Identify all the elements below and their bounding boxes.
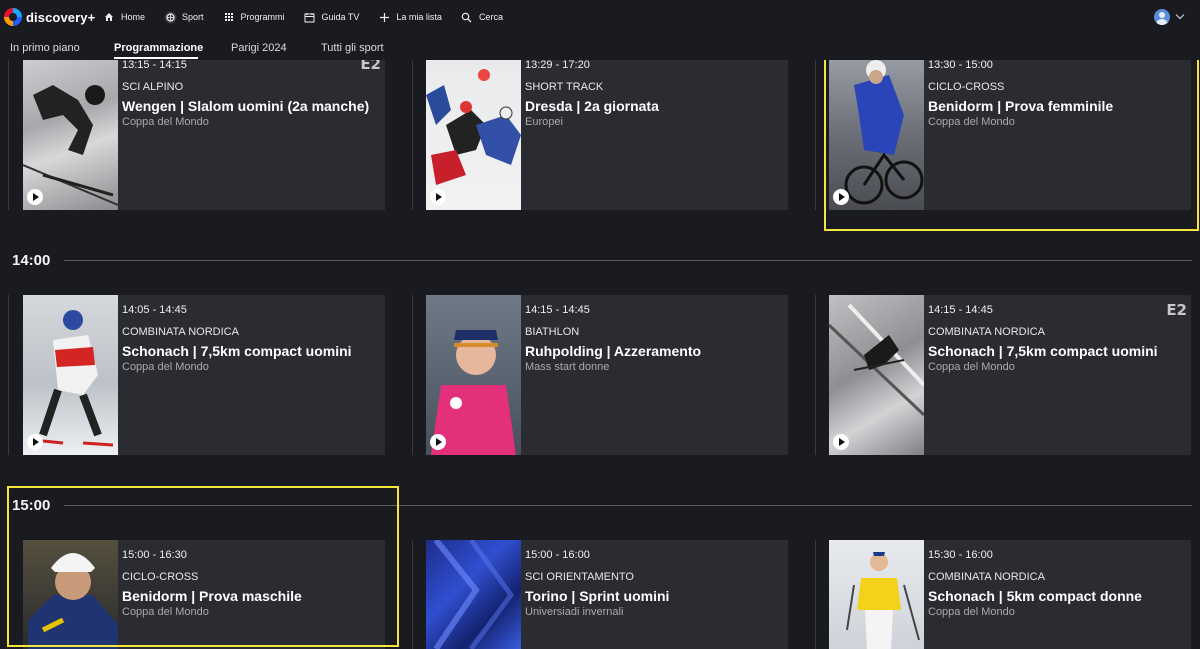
sport-icon bbox=[163, 10, 177, 24]
program-card[interactable]: 15:30 - 16:00 COMBINATA NORDICA Schonach… bbox=[829, 540, 1191, 649]
program-time: 14:15 - 14:45 bbox=[525, 304, 590, 316]
chevron-down-icon[interactable] bbox=[1175, 10, 1185, 20]
program-subtitle: Coppa del Mondo bbox=[122, 116, 209, 128]
column-separator bbox=[8, 295, 9, 455]
program-sport: SCI ALPINO bbox=[122, 81, 184, 93]
column-separator bbox=[412, 60, 413, 210]
program-thumbnail bbox=[23, 295, 118, 455]
nav-guida-tv[interactable]: Guida TV bbox=[303, 10, 360, 24]
program-title: Schonach | 7,5km compact uomini bbox=[928, 343, 1158, 359]
program-title: Schonach | 7,5km compact uomini bbox=[122, 343, 352, 359]
tab-in-primo-piano[interactable]: In primo piano bbox=[10, 42, 80, 54]
column-separator bbox=[815, 540, 816, 649]
program-sport: COMBINATA NORDICA bbox=[928, 571, 1045, 583]
play-icon[interactable] bbox=[27, 189, 43, 205]
main-nav: Home Sport Programmi Guida TV La mia lis… bbox=[102, 0, 521, 34]
program-thumbnail bbox=[426, 55, 521, 210]
nav-la-mia-lista-label: La mia lista bbox=[396, 12, 442, 22]
discovery-logo-icon bbox=[4, 8, 22, 26]
tab-programmazione[interactable]: Programmazione bbox=[114, 42, 203, 54]
program-card[interactable]: 15:00 - 16:00 SCI ORIENTAMENTO Torino | … bbox=[426, 540, 788, 649]
program-card[interactable]: 14:05 - 14:45 COMBINATA NORDICA Schonach… bbox=[23, 295, 385, 455]
user-avatar[interactable] bbox=[1154, 9, 1170, 25]
program-card[interactable]: 14:15 - 14:45 COMBINATA NORDICA Schonach… bbox=[829, 295, 1191, 455]
play-icon[interactable] bbox=[430, 189, 446, 205]
program-title: Torino | Sprint uomini bbox=[525, 588, 670, 604]
program-sport: SHORT TRACK bbox=[525, 81, 604, 93]
program-subtitle: Universiadi invernali bbox=[525, 606, 624, 618]
nav-programmi[interactable]: Programmi bbox=[222, 10, 285, 24]
program-time: 13:29 - 17:20 bbox=[525, 59, 590, 71]
nav-sport-label: Sport bbox=[182, 12, 204, 22]
tab-tutti-gli-sport[interactable]: Tutti gli sport bbox=[321, 42, 384, 54]
nav-cerca[interactable]: Cerca bbox=[460, 10, 503, 24]
plus-icon bbox=[377, 10, 391, 24]
eurosport-2-badge: E2 bbox=[1166, 301, 1187, 319]
search-icon bbox=[460, 10, 474, 24]
program-subtitle: Mass start donne bbox=[525, 361, 610, 373]
column-separator bbox=[412, 295, 413, 455]
program-sport: COMBINATA NORDICA bbox=[122, 326, 239, 338]
program-title: Dresda | 2a giornata bbox=[525, 98, 659, 114]
time-divider bbox=[64, 260, 1192, 261]
program-title: Ruhpolding | Azzeramento bbox=[525, 343, 702, 359]
play-icon[interactable] bbox=[430, 434, 446, 450]
program-sport: SCI ORIENTAMENTO bbox=[525, 571, 634, 583]
nav-sport[interactable]: Sport bbox=[163, 10, 204, 24]
grid-icon bbox=[222, 10, 236, 24]
program-subtitle: Coppa del Mondo bbox=[122, 361, 209, 373]
program-title: Wengen | Slalom uomini (2a manche) bbox=[122, 98, 370, 114]
play-icon[interactable] bbox=[833, 434, 849, 450]
program-card[interactable]: 14:15 - 14:45 BIATHLON Ruhpolding | Azze… bbox=[426, 295, 788, 455]
highlight-box bbox=[7, 486, 399, 647]
highlight-box bbox=[824, 45, 1199, 231]
active-tab-indicator bbox=[114, 57, 198, 59]
nav-cerca-label: Cerca bbox=[478, 12, 503, 22]
app-name: discovery+ bbox=[26, 9, 96, 25]
column-separator bbox=[815, 295, 816, 455]
column-separator bbox=[815, 60, 816, 210]
discovery-logo[interactable]: discovery+ bbox=[4, 7, 95, 27]
program-thumbnail bbox=[426, 295, 521, 455]
program-thumbnail bbox=[829, 295, 924, 455]
program-subtitle: Coppa del Mondo bbox=[928, 606, 1015, 618]
program-time: 13:15 - 14:15 bbox=[122, 59, 187, 71]
program-card[interactable]: 13:29 - 17:20 SHORT TRACK Dresda | 2a gi… bbox=[426, 55, 788, 210]
nav-home-label: Home bbox=[121, 12, 146, 22]
program-title: Schonach | 5km compact donne bbox=[928, 588, 1142, 604]
tv-guide-icon bbox=[303, 10, 317, 24]
program-thumbnail bbox=[23, 55, 118, 210]
program-subtitle: Europei bbox=[525, 116, 563, 128]
program-thumbnail bbox=[829, 540, 924, 649]
time-header-1400: 14:00 bbox=[12, 252, 51, 269]
program-sport: BIATHLON bbox=[525, 326, 580, 338]
tab-parigi-2024[interactable]: Parigi 2024 bbox=[231, 42, 287, 54]
column-separator bbox=[412, 540, 413, 649]
program-time: 15:30 - 16:00 bbox=[928, 549, 993, 561]
nav-programmi-label: Programmi bbox=[240, 12, 285, 22]
top-navigation-bar: discovery+ Home Sport Programmi Guida TV bbox=[0, 0, 1200, 34]
nav-guida-tv-label: Guida TV bbox=[321, 12, 360, 22]
program-card[interactable]: 13:15 - 14:15 SCI ALPINO Wengen | Slalom… bbox=[23, 55, 385, 210]
program-thumbnail bbox=[426, 540, 521, 649]
play-icon[interactable] bbox=[27, 434, 43, 450]
home-icon bbox=[102, 10, 116, 24]
nav-la-mia-lista[interactable]: La mia lista bbox=[377, 10, 442, 24]
nav-home[interactable]: Home bbox=[102, 10, 145, 24]
program-time: 14:05 - 14:45 bbox=[122, 304, 187, 316]
column-separator bbox=[8, 60, 9, 210]
program-time: 15:00 - 16:00 bbox=[525, 549, 590, 561]
program-time: 14:15 - 14:45 bbox=[928, 304, 993, 316]
program-subtitle: Coppa del Mondo bbox=[928, 361, 1015, 373]
program-sport: COMBINATA NORDICA bbox=[928, 326, 1045, 338]
